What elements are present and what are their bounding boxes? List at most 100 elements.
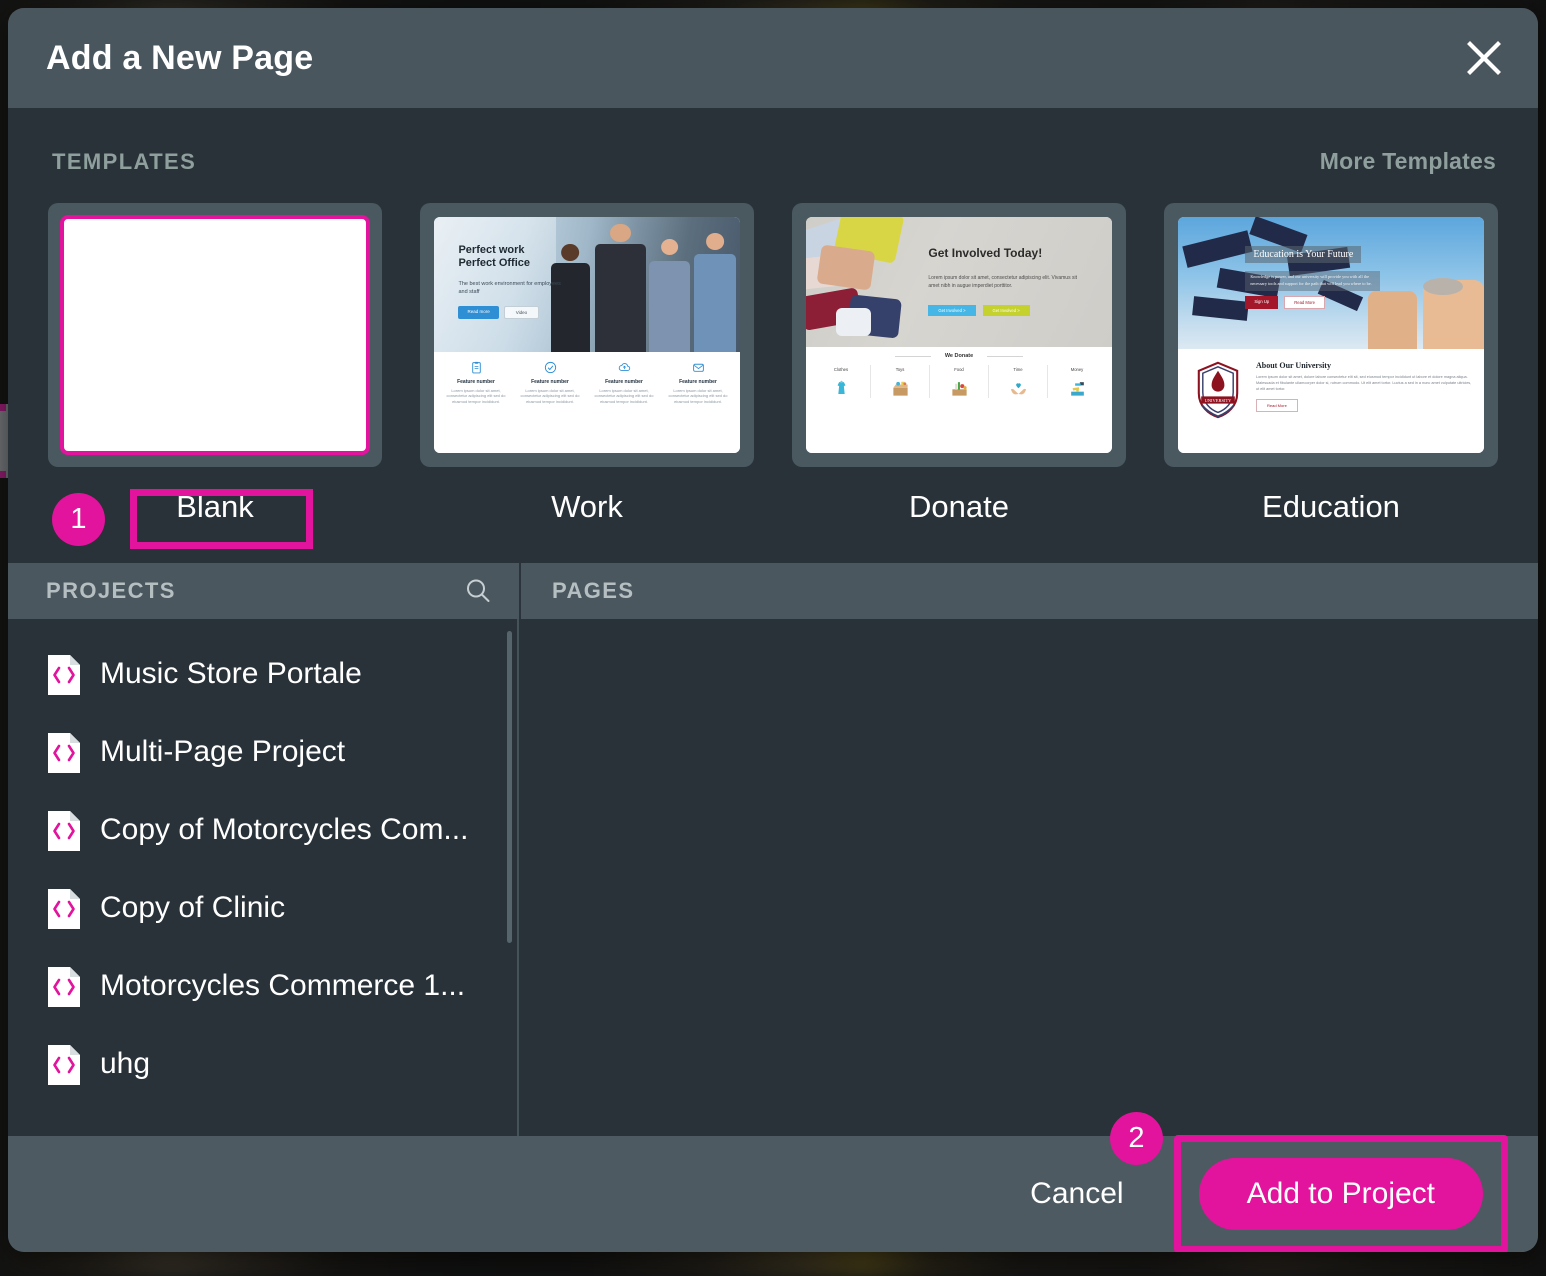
project-name: Copy of Clinic (100, 891, 286, 924)
toy-box-icon (872, 376, 928, 398)
work-feature-title: Feature number (531, 378, 569, 385)
work-feature-body: Lorem ipsum dolor sit amet, consectetur … (594, 387, 654, 405)
donate-item: Money (1047, 364, 1106, 398)
donate-item: Food (929, 364, 988, 398)
add-to-project-highlight: Add to Project (1173, 1135, 1508, 1252)
search-icon[interactable] (463, 576, 493, 606)
template-label-work: Work (551, 489, 623, 524)
sliver-dot-top (0, 404, 6, 411)
education-lower: UNIVERSITY About Our University Lorem ip… (1178, 349, 1484, 453)
template-label-donate: Donate (909, 489, 1009, 524)
projects-header: PROJECTS (8, 563, 519, 619)
donate-item-label: Food (954, 366, 964, 372)
work-feature-body: Lorem ipsum dolor sit amet, consectetur … (446, 387, 506, 405)
project-file-icon (46, 654, 82, 695)
donate-item: Toys (870, 364, 929, 398)
food-basket-icon (931, 376, 987, 398)
check-circle-icon (544, 361, 557, 374)
list-item[interactable]: Motorcycles Commerce 1... (8, 947, 517, 1025)
template-thumbnail-work[interactable]: Perfect work Perfect Office The best wor… (420, 203, 754, 467)
templates-grid: Blank Perfect work Perfect Office The be… (48, 203, 1498, 525)
add-new-page-dialog: Add a New Page TEMPLATES More Templates … (8, 8, 1538, 1252)
donate-primary-button: Get Involved > (928, 305, 976, 317)
work-feature-body: Lorem ipsum dolor sit amet, consectetur … (520, 387, 580, 405)
template-card-work[interactable]: Perfect work Perfect Office The best wor… (420, 203, 754, 525)
donate-preview: Get Involved Today! Lorem ipsum dolor si… (806, 217, 1112, 453)
clipboard-icon (470, 361, 483, 374)
donate-items: Clothes Toys Food Time Money (806, 364, 1112, 398)
education-about-button: Read More (1256, 398, 1298, 412)
donate-section-title: We Donate (806, 353, 1112, 359)
education-signup-button: Sign Up (1245, 296, 1279, 310)
dialog-title: Add a New Page (46, 38, 314, 77)
education-readmore-button: Read More (1284, 296, 1325, 310)
mail-icon (692, 361, 705, 374)
work-feature-item: Feature number Lorem ipsum dolor sit ame… (587, 361, 661, 453)
dialog-footer: Cancel Add to Project (8, 1135, 1538, 1252)
hands-heart-icon (990, 376, 1046, 398)
lists-body: Music Store Portale Multi-Page Project C… (8, 619, 1538, 1136)
project-name: Multi-Page Project (100, 735, 346, 768)
project-name: Motorcycles Commerce 1... (100, 969, 466, 1002)
education-about-title: About Our University (1256, 361, 1331, 371)
template-label-education: Education (1262, 489, 1400, 524)
template-card-blank[interactable]: Blank (48, 203, 382, 525)
donate-item-label: Clothes (833, 366, 849, 372)
template-thumbnail-donate[interactable]: Get Involved Today! Lorem ipsum dolor si… (792, 203, 1126, 467)
donate-subtitle: Lorem ipsum dolor sit amet, consectetur … (928, 275, 1077, 290)
work-read-more-button: Read more (458, 305, 499, 319)
work-feature-item: Feature number Lorem ipsum dolor sit ame… (513, 361, 587, 453)
donate-item: Clothes (812, 365, 870, 398)
template-thumbnail-education[interactable]: Education is Your Future Knowledge is po… (1164, 203, 1498, 467)
template-card-education[interactable]: Education is Your Future Knowledge is po… (1164, 203, 1498, 525)
donate-secondary-button: Get Involved > (982, 305, 1030, 317)
list-item[interactable]: uhg (8, 1025, 517, 1103)
crest-label: UNIVERSITY (1205, 398, 1233, 403)
project-name: Copy of Motorcycles Com... (100, 813, 469, 846)
work-feature-title: Feature number (605, 378, 643, 385)
project-file-icon (46, 966, 82, 1007)
donate-item: Time (988, 364, 1047, 398)
work-hero-buttons: Read more Video (458, 305, 540, 319)
template-thumbnail-blank[interactable] (48, 203, 382, 467)
templates-label: TEMPLATES (52, 149, 197, 174)
university-crest-icon: UNIVERSITY (1192, 361, 1244, 419)
work-title: Perfect work Perfect Office (458, 243, 530, 270)
donate-lower: We Donate Clothes Toys Food Time Money (806, 346, 1112, 453)
work-hero-people (547, 217, 740, 352)
cancel-button[interactable]: Cancel (1006, 1167, 1147, 1221)
education-hero-buttons: Sign Up Read More (1245, 296, 1325, 310)
donate-item-label: Toys (895, 366, 905, 372)
close-icon[interactable] (1460, 34, 1508, 82)
lists-section: PROJECTS PAGES Music Store Portale Multi… (8, 563, 1538, 1136)
project-file-icon (46, 732, 82, 773)
education-hero: Education is Your Future Knowledge is po… (1178, 217, 1484, 350)
more-templates-link[interactable]: More Templates (1320, 148, 1496, 175)
donate-title: Get Involved Today! (928, 245, 1043, 260)
list-item[interactable]: Copy of Motorcycles Com... (8, 791, 517, 869)
template-card-donate[interactable]: Get Involved Today! Lorem ipsum dolor si… (792, 203, 1126, 525)
donate-hero: Get Involved Today! Lorem ipsum dolor si… (806, 217, 1112, 347)
work-feature-title: Feature number (457, 378, 495, 385)
work-subtitle: The best work environment for employees … (458, 281, 561, 296)
education-title: Education is Your Future (1245, 246, 1362, 264)
list-item[interactable]: Multi-Page Project (8, 713, 517, 791)
projects-scrollbar[interactable] (507, 631, 512, 1122)
projects-scrollbar-thumb[interactable] (507, 631, 512, 943)
pages-header: PAGES (519, 563, 1538, 619)
list-item[interactable]: Copy of Clinic (8, 869, 517, 947)
add-to-project-button[interactable]: Add to Project (1198, 1158, 1483, 1230)
money-icon (1049, 376, 1105, 398)
project-file-icon (46, 1044, 82, 1085)
projects-label: PROJECTS (46, 578, 176, 603)
projects-pane: Music Store Portale Multi-Page Project C… (8, 619, 519, 1136)
project-file-icon (46, 888, 82, 929)
blank-preview (60, 215, 370, 455)
list-item[interactable]: Music Store Portale (8, 635, 517, 713)
work-hero: Perfect work Perfect Office The best wor… (434, 217, 740, 352)
annotation-badge-1: 1 (52, 493, 105, 546)
pages-label: PAGES (552, 578, 635, 603)
work-feature-body: Lorem ipsum dolor sit amet, consectetur … (668, 387, 728, 405)
cloud-upload-icon (618, 361, 631, 374)
work-features: Feature number Lorem ipsum dolor sit ame… (434, 351, 740, 453)
